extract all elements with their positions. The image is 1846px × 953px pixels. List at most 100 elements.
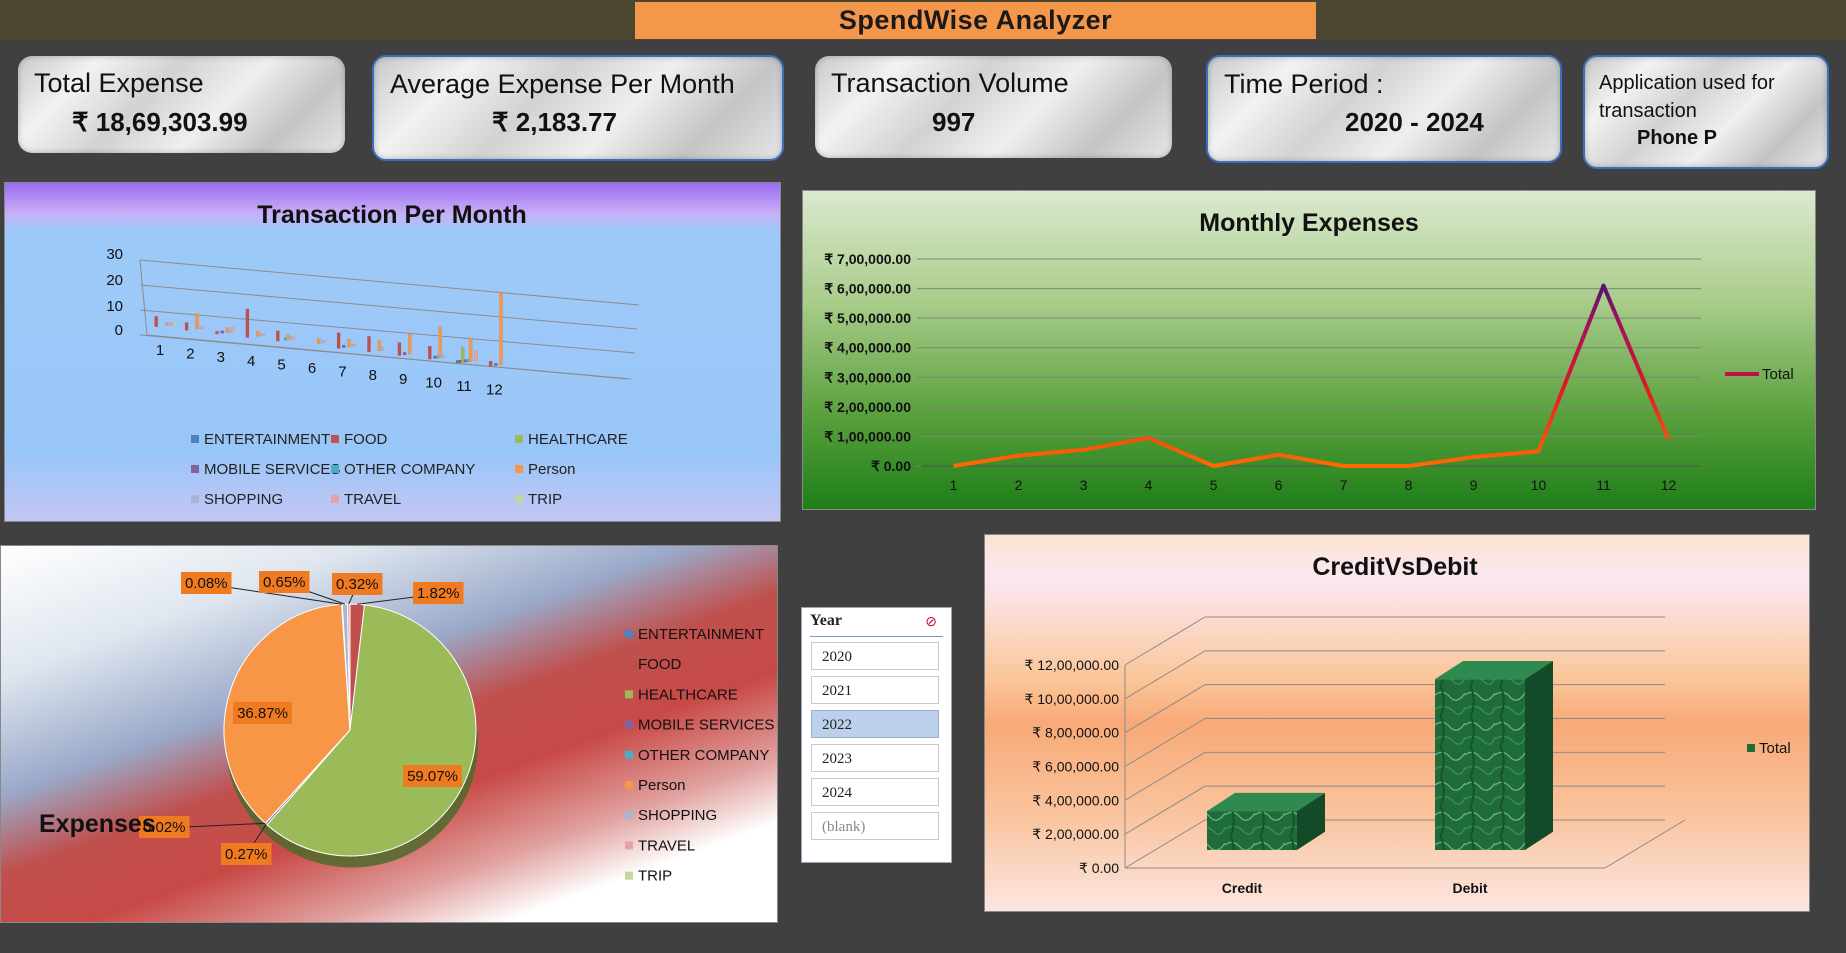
legend-label: Total xyxy=(1759,740,1791,757)
slicer-item-2022[interactable]: 2022 xyxy=(811,710,939,738)
legend-swatch xyxy=(331,495,339,503)
chart-title: Transaction Per Month xyxy=(257,201,526,229)
dashboard-title: SpendWise Analyzer xyxy=(635,2,1316,39)
kpi-transaction-volume-value: 997 xyxy=(932,107,976,137)
legend-swatch xyxy=(625,871,633,880)
kpi-application-value: Phone P xyxy=(1637,127,1718,149)
legend-swatch xyxy=(625,841,633,850)
kpi-application-label: Application used for transaction xyxy=(1599,72,1775,122)
bar-mobile-services xyxy=(342,344,346,348)
data-label: 0.32% xyxy=(336,576,379,593)
year-slicer: Year ⊘ 2020 2021 2022 2023 2024 (blank) xyxy=(801,607,952,863)
gridline xyxy=(1124,751,1665,801)
y-tick-label: ₹ 12,00,000.00 xyxy=(1024,657,1119,673)
bar-credit xyxy=(1207,811,1297,850)
legend-label: TRAVEL xyxy=(344,491,401,508)
legend-label: FOOD xyxy=(638,656,681,673)
slicer-item-blank[interactable]: (blank) xyxy=(811,812,939,840)
kpi-time-period-label: Time Period : xyxy=(1224,69,1384,99)
kpi-time-period-value: 2020 - 2024 xyxy=(1345,107,1484,137)
legend-label: ENTERTAINMENT xyxy=(638,626,764,643)
chart-title: CreditVsDebit xyxy=(1312,553,1478,581)
gridline xyxy=(1124,650,1665,700)
gridline xyxy=(1124,819,1665,869)
legend-swatch xyxy=(625,630,633,638)
bar-side xyxy=(1525,660,1553,850)
slicer-item-2023[interactable]: 2023 xyxy=(811,744,939,772)
expenses-pie-chart: 0.08% 1.82% 59.07% 0.27% 0.02% 36.87% 0.65% 0.3… xyxy=(0,545,778,923)
x-tick-label: 6 xyxy=(1275,477,1283,493)
x-tick-label: 12 xyxy=(1661,477,1677,493)
legend-swatch xyxy=(625,720,633,729)
legend-label: Total xyxy=(1762,366,1794,383)
gridline xyxy=(139,284,638,330)
x-tick-label: 11 xyxy=(1596,477,1611,493)
slicer-item-2020[interactable]: 2020 xyxy=(811,642,939,670)
bar-person xyxy=(438,326,442,359)
bar-shopping xyxy=(441,354,445,358)
data-label: 0.65% xyxy=(263,574,306,591)
bar-shopping xyxy=(380,347,384,351)
x-tick-label: 10 xyxy=(1531,477,1547,493)
slicer-item-2021[interactable]: 2021 xyxy=(811,676,939,704)
gridline xyxy=(1124,684,1665,734)
y-tick-label: ₹ 2,00,000.00 xyxy=(1032,826,1119,842)
slicer-item-2024[interactable]: 2024 xyxy=(811,778,939,806)
data-label: 0.08% xyxy=(185,575,228,592)
y-tick-label: ₹ 6,00,000.00 xyxy=(824,281,911,297)
legend-label: ENTERTAINMENT xyxy=(204,431,330,448)
x-tick-label: 4 xyxy=(247,353,255,370)
legend-swatch xyxy=(331,465,339,473)
legend-swatch xyxy=(625,811,633,820)
legend-label: Person xyxy=(638,777,686,794)
legend-swatch xyxy=(1747,744,1755,752)
legend-swatch xyxy=(515,495,523,503)
data-label: 0.27% xyxy=(225,846,268,863)
legend-label: OTHER COMPANY xyxy=(344,461,475,478)
x-tick-label: 9 xyxy=(399,371,407,388)
data-label: 36.87% xyxy=(237,705,288,722)
kpi-application: Application used for transaction Phone P xyxy=(1583,55,1829,169)
legend-swatch xyxy=(625,781,633,789)
bar-food xyxy=(215,331,219,335)
bar-travel xyxy=(261,332,265,336)
bar-travel xyxy=(474,350,478,362)
y-tick-label: ₹ 4,00,000.00 xyxy=(824,340,911,356)
clear-filter-icon[interactable]: ⊘ xyxy=(925,613,937,630)
x-tick-label: 6 xyxy=(308,360,316,377)
bar-person xyxy=(408,333,412,355)
legend-swatch xyxy=(625,660,633,669)
axis-line xyxy=(139,259,148,336)
bar-person xyxy=(468,337,473,362)
legend-label: SHOPPING xyxy=(638,807,717,824)
legend-swatch xyxy=(515,465,523,473)
y-tick-label: ₹ 0.00 xyxy=(1079,860,1119,876)
x-tick-label: 12 xyxy=(486,382,503,399)
legend-label: TRAVEL xyxy=(638,837,695,854)
kpi-average-expense: Average Expense Per Month ₹ 2,183.77 xyxy=(372,55,784,161)
bar-mobile-services xyxy=(220,330,224,334)
kpi-average-expense-value: ₹ 2,183.77 xyxy=(492,107,617,137)
gridline xyxy=(1124,718,1665,767)
y-tick-label: ₹ 8,00,000.00 xyxy=(1032,725,1119,741)
monthly-expenses-chart: Monthly Expenses ₹ 0.00 ₹ 1,00,000.00 ₹ 2,0… xyxy=(802,190,1816,510)
kpi-total-expense-value: ₹ 18,69,303.99 xyxy=(72,107,248,137)
x-tick-label: 2 xyxy=(186,346,194,363)
x-tick-label: 7 xyxy=(338,364,346,381)
x-tick-label: 2 xyxy=(1015,477,1023,493)
slicer-header: Year xyxy=(810,612,842,629)
chart-title: Monthly Expenses xyxy=(1199,209,1419,237)
x-tick-label: 1 xyxy=(950,477,958,493)
legend-label: OTHER COMPANY xyxy=(638,747,769,764)
bar-person xyxy=(499,292,503,366)
legend-label: TRIP xyxy=(638,868,672,885)
bar-food xyxy=(397,342,402,356)
legend-label: SHOPPING xyxy=(204,491,283,508)
legend-label: HEALTHCARE xyxy=(638,686,738,703)
legend-label: HEALTHCARE xyxy=(528,431,628,448)
x-tick-label: 5 xyxy=(1210,477,1218,493)
bar-trip xyxy=(172,321,177,325)
x-tick-label: 7 xyxy=(1340,477,1348,493)
kpi-average-expense-label: Average Expense Per Month xyxy=(390,69,735,99)
y-tick-label: 30 xyxy=(106,246,123,263)
